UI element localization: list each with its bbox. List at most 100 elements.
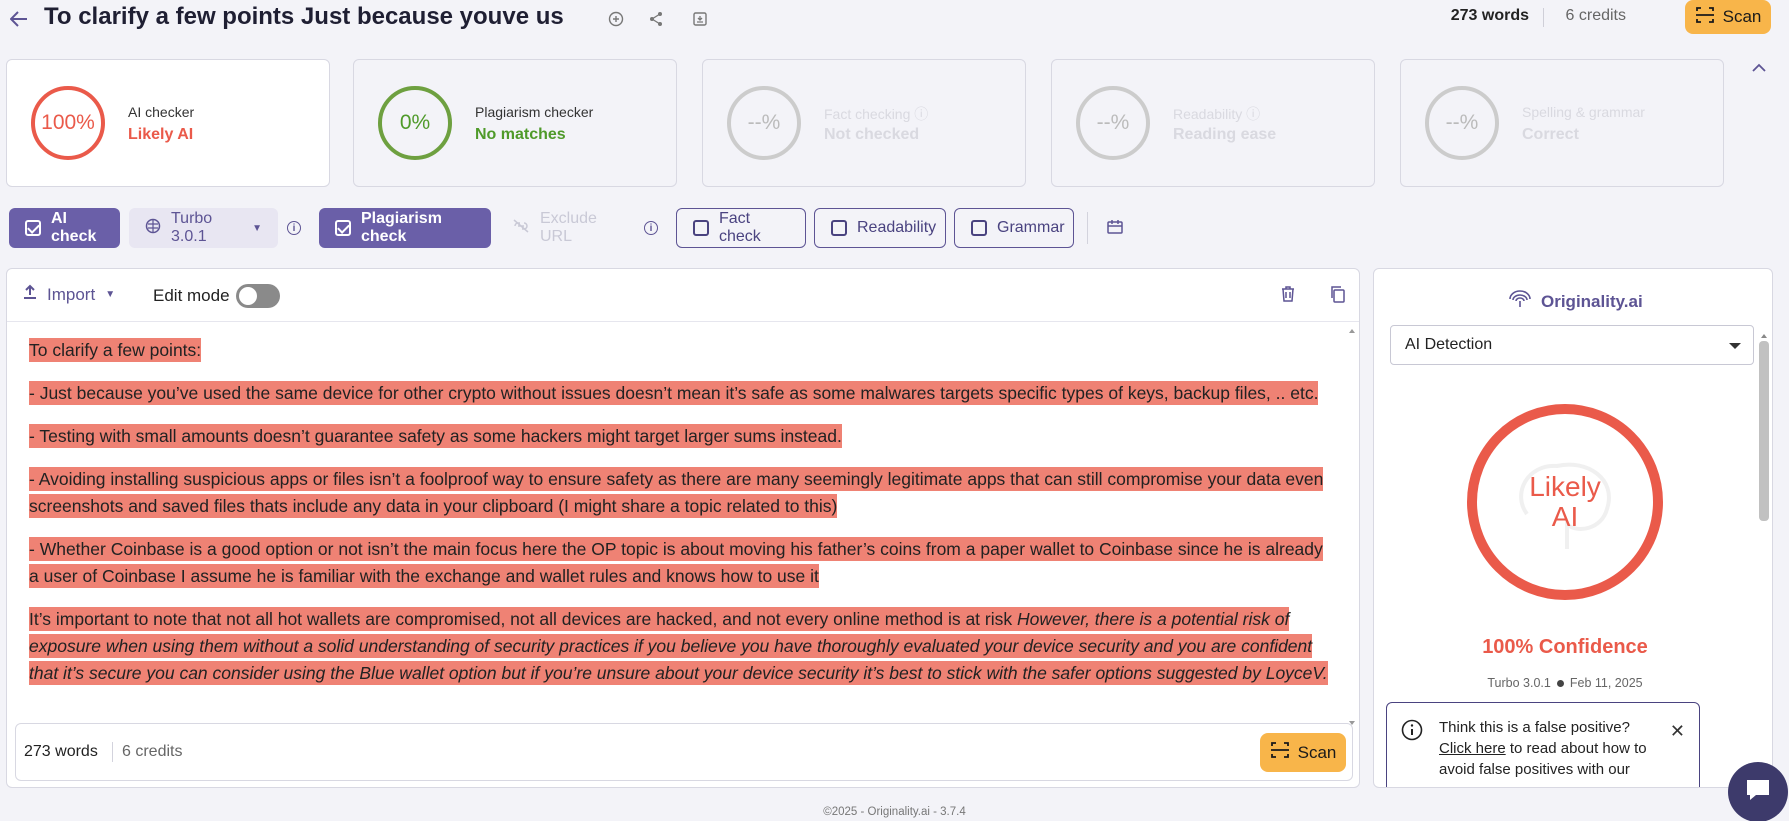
false-positive-link[interactable]: Click here	[1439, 740, 1506, 757]
caret-down-icon: ▼	[252, 222, 262, 234]
edit-mode-toggle[interactable]	[236, 284, 280, 308]
card-status: No matches	[475, 126, 566, 143]
false-positive-text: Think this is a false positive? Click he…	[1439, 719, 1647, 778]
false-positive-notice: Think this is a false positive? Click he…	[1386, 702, 1700, 787]
caret-down-icon	[1729, 343, 1741, 349]
highlighted-sentence: It’s important to note that not all hot …	[29, 607, 1328, 685]
results-panel: Originality.ai AI Detection Likely AI 10…	[1373, 268, 1773, 788]
card-label: Readability ⓘ	[1173, 106, 1261, 122]
trash-icon[interactable]	[1280, 285, 1300, 305]
scan-label: Scan	[1297, 742, 1337, 762]
info-icon: ⓘ	[914, 106, 929, 122]
plagiarism-score-ring: 0%	[378, 86, 452, 160]
result-label: AI	[1551, 501, 1579, 532]
word-count: 273 words	[1450, 7, 1529, 24]
card-status: Reading ease	[1173, 126, 1277, 143]
back-arrow-icon[interactable]	[6, 6, 32, 32]
readability-label: Readability	[857, 219, 937, 236]
result-label: Likely	[1529, 471, 1601, 502]
checkbox-icon	[831, 220, 847, 236]
scrollbar-thumb[interactable]	[1759, 341, 1769, 521]
model-select[interactable]: Turbo 3.0.1 ▼	[129, 208, 278, 248]
highlighted-sentence: - Avoiding installing suspicious apps or…	[29, 467, 1324, 518]
scan-icon	[1270, 741, 1290, 764]
info-icon	[1401, 719, 1423, 746]
credit-count: 6 credits	[122, 743, 183, 760]
exclude-url-label: Exclude URL	[540, 210, 597, 245]
info-icon[interactable]: i	[287, 221, 301, 235]
caret-down-icon: ▼	[105, 289, 116, 300]
checkbox-icon	[335, 220, 351, 236]
highlighted-sentence: To clarify a few points:	[29, 338, 202, 362]
edit-mode-label: Edit mode	[153, 286, 230, 305]
add-circle-icon[interactable]	[606, 9, 626, 29]
select-value: AI Detection	[1405, 336, 1493, 353]
editor-footer: 273 words 6 credits Scan	[15, 723, 1353, 781]
info-icon: ⓘ	[1246, 106, 1261, 122]
highlighted-sentence: - Testing with small amounts doesn’t gua…	[29, 424, 842, 448]
card-label: Spelling & grammar	[1522, 104, 1645, 120]
scan-icon	[1695, 6, 1715, 29]
card-label: Fact checking ⓘ	[824, 106, 929, 122]
brain-logo-icon	[1507, 289, 1533, 314]
copy-icon[interactable]	[1329, 285, 1349, 305]
document-text[interactable]: To clarify a few points: - Just because …	[29, 337, 1337, 707]
ai-check-toggle[interactable]: AI check	[9, 208, 120, 248]
fact-check-toggle[interactable]: Fact check	[676, 208, 806, 248]
brand-logo: Originality.ai	[1507, 289, 1643, 314]
word-count: 273 words	[24, 743, 98, 760]
grammar-label: Grammar	[997, 219, 1065, 236]
card-status: Likely AI	[128, 126, 194, 143]
ai-result-ring: Likely AI	[1467, 404, 1663, 600]
chat-icon	[1744, 777, 1772, 808]
card-label: AI checker	[128, 104, 195, 120]
editor-scrollbar[interactable]	[1348, 327, 1356, 727]
chevron-up-icon[interactable]	[1751, 60, 1771, 80]
report-icon[interactable]	[690, 9, 710, 29]
top-bar: To clarify a few points Just because you…	[0, 0, 1789, 40]
calendar-icon[interactable]	[1106, 219, 1124, 240]
credit-count: 6 credits	[1565, 7, 1626, 24]
import-label: Import	[47, 284, 96, 304]
scan-label: Scan	[1722, 7, 1762, 26]
highlighted-sentence: - Whether Coinbase is a good option or n…	[29, 537, 1323, 588]
brain-icon	[145, 218, 161, 239]
page-footer: ©2025 - Originality.ai - 3.7.4	[823, 806, 966, 818]
card-label: Plagiarism checker	[475, 104, 594, 120]
checkbox-icon	[971, 220, 987, 236]
checkbox-icon	[693, 220, 709, 236]
confidence-score: 100% Confidence	[1482, 636, 1648, 658]
card-ai-checker[interactable]: 100% AI checker Likely AI	[6, 59, 330, 187]
info-icon[interactable]: i	[644, 221, 658, 235]
import-button[interactable]: Import ▼	[23, 284, 115, 305]
editor-panel: Import ▼ Edit mode To clarify a few poin…	[6, 268, 1360, 788]
editor-header: Import ▼ Edit mode	[7, 269, 1359, 322]
card-fact-checking[interactable]: --% Fact checking ⓘ Not checked	[702, 59, 1026, 187]
close-icon[interactable]: ✕	[1670, 721, 1685, 742]
readability-toggle[interactable]: Readability	[814, 208, 946, 248]
ai-score-ring: 100%	[31, 86, 105, 160]
readability-score-ring: --%	[1076, 86, 1150, 160]
exclude-url-button[interactable]: Exclude URL	[496, 208, 632, 248]
grammar-toggle[interactable]: Grammar	[954, 208, 1074, 248]
divider	[1543, 8, 1544, 27]
scan-button[interactable]: Scan	[1685, 0, 1771, 34]
document-title[interactable]: To clarify a few points Just because you…	[44, 3, 564, 31]
card-status: Not checked	[824, 126, 920, 143]
link-off-icon	[512, 218, 530, 238]
chat-button[interactable]	[1728, 762, 1788, 821]
plagiarism-check-label: Plagiarism check	[361, 210, 442, 245]
card-status: Correct	[1522, 126, 1579, 143]
plagiarism-check-toggle[interactable]: Plagiarism check	[319, 208, 491, 248]
grammar-score-ring: --%	[1425, 86, 1499, 160]
scan-button[interactable]: Scan	[1260, 733, 1346, 772]
share-icon[interactable]	[646, 9, 666, 29]
upload-icon	[23, 284, 37, 305]
scan-meta: Turbo 3.0.1 Feb 11, 2025	[1487, 676, 1643, 690]
card-spelling-grammar[interactable]: --% Spelling & grammar Correct	[1400, 59, 1724, 187]
card-readability[interactable]: --% Readability ⓘ Reading ease	[1051, 59, 1375, 187]
divider	[112, 742, 113, 762]
card-plagiarism-checker[interactable]: 0% Plagiarism checker No matches	[353, 59, 677, 187]
fact-score-ring: --%	[727, 86, 801, 160]
detection-type-select[interactable]: AI Detection	[1390, 325, 1754, 365]
